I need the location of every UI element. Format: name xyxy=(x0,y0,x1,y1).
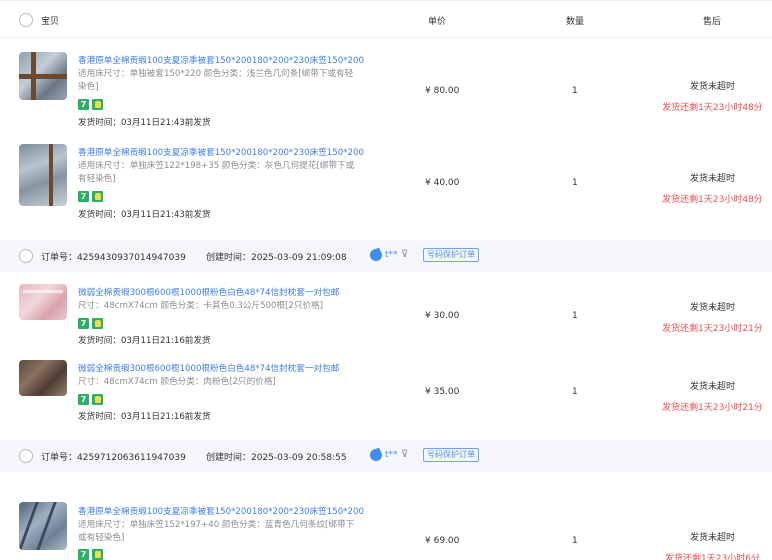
unit-price: ¥ 40.00 xyxy=(425,178,460,188)
buyer-name[interactable]: t** xyxy=(385,250,398,260)
product-image[interactable] xyxy=(19,284,67,320)
filter-icon[interactable]: ⊽ xyxy=(401,449,408,460)
product-spec: 尺寸：48cmX74cm 颜色分类：卡其色0.3公斤500根[2只价格] xyxy=(78,301,324,311)
order-created-time: 创建时间：2025-03-09 20:58:55 xyxy=(206,453,347,463)
ship-countdown: 发货还剩1天23小时6分 xyxy=(665,554,760,560)
guarantee-icon xyxy=(92,549,103,560)
ship-countdown: 发货还剩1天23小时21分 xyxy=(662,403,763,413)
unit-price: ¥ 35.00 xyxy=(425,387,460,397)
header-after-sale: 售后 xyxy=(703,17,722,27)
ship-time: 发货时间：03月11日21:16前发货 xyxy=(78,412,211,422)
order-number: 订单号：4259712063611947039 xyxy=(41,453,186,463)
ship-time: 发货时间：03月11日21:43前发货 xyxy=(78,118,211,128)
order-item: 香港原单全棉贡缎100支夏凉季被套150*200180*200*230床笠150… xyxy=(0,50,772,132)
after-sale-status: 发货未超时 发货还剩1天23小时21分 xyxy=(640,300,772,334)
guarantee-icon xyxy=(92,318,103,329)
ship-countdown: 发货还剩1天23小时48分 xyxy=(662,103,763,113)
ship-status: 发货未超时 xyxy=(689,382,735,392)
product-spec: 适用床尺寸：单独被套150*220 颜色分类：浅兰色几何条[绑带下或有轻染色] xyxy=(78,69,354,92)
after-sale-status: 发货未超时 发货还剩1天23小时6分 xyxy=(640,530,772,560)
ship-time: 发货时间：03月11日21:16前发货 xyxy=(78,336,211,346)
service-badges: 7 xyxy=(78,549,103,560)
table-header: 宝贝 单价 数量 售后 xyxy=(0,0,772,38)
header-price: 单价 xyxy=(428,17,447,27)
product-spec: 适用床尺寸：单独床笠152*197+40 颜色分类：蓝青色几何条纹[绑带下或有轻… xyxy=(78,520,355,543)
guarantee-icon xyxy=(92,99,103,110)
ship-countdown: 发货还剩1天23小时48分 xyxy=(662,195,763,205)
after-sale-status: 发货未超时 发货还剩1天23小时21分 xyxy=(640,379,772,413)
service-badges: 7 xyxy=(78,191,103,202)
wangwang-chat-icon[interactable] xyxy=(370,448,382,461)
select-all-checkbox[interactable] xyxy=(19,13,33,27)
order-header: 订单号：4259712063611947039 创建时间：2025-03-09 … xyxy=(0,440,772,472)
number-protect-tag: 号码保护订单 xyxy=(423,248,479,262)
order-item: 微弱全棉贡缎300根600根1000根粉色白色48*74信封枕套一对包邮 尺寸：… xyxy=(0,284,772,354)
order-checkbox[interactable] xyxy=(19,449,33,463)
service-badges: 7 xyxy=(78,394,103,405)
after-sale-status: 发货未超时 发货还剩1天23小时48分 xyxy=(640,79,772,113)
ship-countdown: 发货还剩1天23小时21分 xyxy=(662,324,763,334)
ship-status: 发货未超时 xyxy=(689,174,735,184)
product-spec: 尺寸：48cmX74cm 颜色分类：肉粉色[2只的价格] xyxy=(78,377,276,387)
guarantee-icon xyxy=(92,394,103,405)
product-image[interactable] xyxy=(19,502,67,550)
product-image[interactable] xyxy=(19,52,67,100)
order-created-time: 创建时间：2025-03-09 21:09:08 xyxy=(206,253,347,263)
quantity: 1 xyxy=(572,178,578,188)
ship-time: 发货时间：03月11日21:43前发货 xyxy=(78,210,211,220)
order-item: 香港原单全棉贡缎100支夏凉季被套150*200180*200*230床笠150… xyxy=(0,142,772,224)
seven-day-return-icon: 7 xyxy=(78,99,89,110)
after-sale-status: 发货未超时 发货还剩1天23小时48分 xyxy=(640,171,772,205)
product-image[interactable] xyxy=(19,360,67,396)
product-title-link[interactable]: 香港原单全棉贡缎100支夏凉季被套150*200180*200*230床笠150… xyxy=(78,146,364,158)
order-item: 微弱全棉贡缎300根600根1000根粉色白色48*74信封枕套一对包邮 尺寸：… xyxy=(0,360,772,430)
product-title-link[interactable]: 香港原单全棉贡缎100支夏凉季被套150*200180*200*230床笠150… xyxy=(78,505,364,517)
order-checkbox[interactable] xyxy=(19,249,33,263)
quantity: 1 xyxy=(572,86,578,96)
seven-day-return-icon: 7 xyxy=(78,549,89,560)
quantity: 1 xyxy=(572,536,578,546)
product-title-link[interactable]: 微弱全棉贡缎300根600根1000根粉色白色48*74信封枕套一对包邮 xyxy=(78,362,339,374)
quantity: 1 xyxy=(572,311,578,321)
product-spec: 适用床尺寸：单独床笠122*198+35 颜色分类：灰色几何提花[绑带下或有轻染… xyxy=(78,161,355,184)
seven-day-return-icon: 7 xyxy=(78,318,89,329)
filter-icon[interactable]: ⊽ xyxy=(401,249,408,260)
service-badges: 7 xyxy=(78,99,103,110)
seven-day-return-icon: 7 xyxy=(78,191,89,202)
unit-price: ¥ 30.00 xyxy=(425,311,460,321)
product-title-link[interactable]: 香港原单全棉贡缎100支夏凉季被套150*200180*200*230床笠150… xyxy=(78,54,364,66)
ship-status: 发货未超时 xyxy=(689,533,735,543)
guarantee-icon xyxy=(92,191,103,202)
order-number: 订单号：4259430937014947039 xyxy=(41,253,186,263)
quantity: 1 xyxy=(572,387,578,397)
seven-day-return-icon: 7 xyxy=(78,394,89,405)
wangwang-chat-icon[interactable] xyxy=(370,248,382,261)
product-title-link[interactable]: 微弱全棉贡缎300根600根1000根粉色白色48*74信封枕套一对包邮 xyxy=(78,286,339,298)
buyer-name[interactable]: t** xyxy=(385,450,398,460)
order-item: 香港原单全棉贡缎100支夏凉季被套150*200180*200*230床笠150… xyxy=(0,502,772,560)
product-image[interactable] xyxy=(19,144,67,206)
ship-status: 发货未超时 xyxy=(689,82,735,92)
header-quantity: 数量 xyxy=(566,17,585,27)
ship-status: 发货未超时 xyxy=(689,303,735,313)
unit-price: ¥ 69.00 xyxy=(425,536,460,546)
header-product: 宝贝 xyxy=(41,17,60,27)
order-header: 订单号：4259430937014947039 创建时间：2025-03-09 … xyxy=(0,240,772,272)
number-protect-tag: 号码保护订单 xyxy=(423,448,479,462)
unit-price: ¥ 80.00 xyxy=(425,86,460,96)
service-badges: 7 xyxy=(78,318,103,329)
